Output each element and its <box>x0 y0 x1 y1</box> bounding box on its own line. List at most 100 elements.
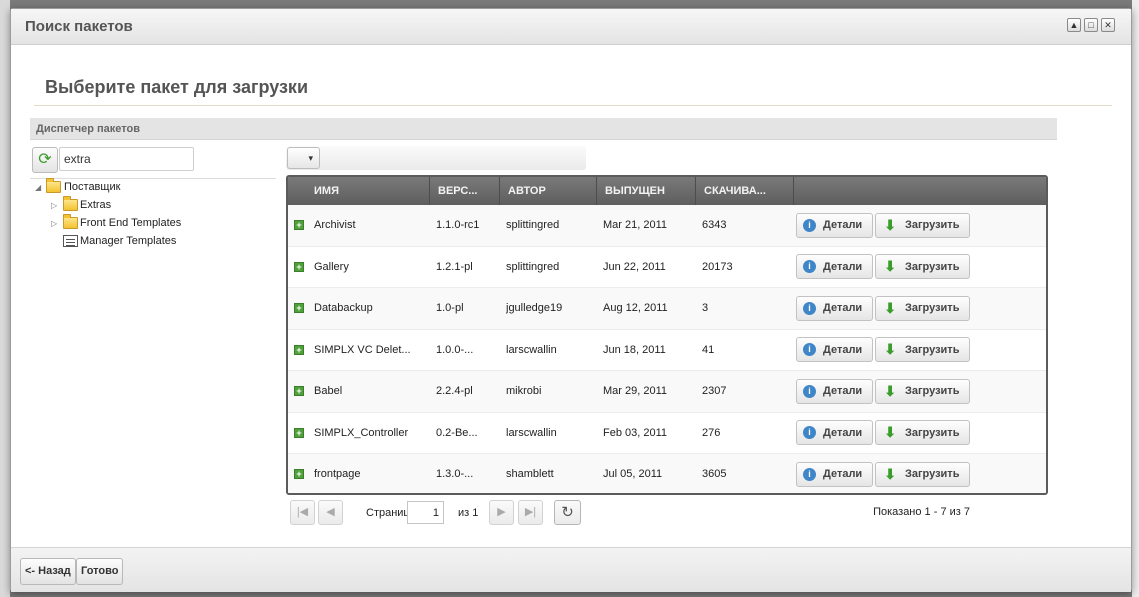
download-button[interactable]: ⬇ Загрузить <box>875 378 971 404</box>
download-arrow-icon: ⬇ <box>884 299 896 316</box>
download-button[interactable]: ⬇ Загрузить <box>875 212 971 238</box>
tree-node-manager-templates[interactable]: Manager Templates <box>31 233 276 251</box>
info-icon: i <box>803 384 816 398</box>
download-button-label: Загрузить <box>904 426 960 439</box>
column-header-author[interactable]: АВТОР <box>500 177 597 205</box>
column-header-name[interactable]: ИМЯ <box>288 177 430 205</box>
refresh-grid-button[interactable]: ↻ <box>554 500 581 525</box>
cell-released: Mar 29, 2011 <box>603 385 668 398</box>
close-icon[interactable]: ✕ <box>1101 18 1115 32</box>
info-icon: i <box>803 218 816 232</box>
details-button-label: Детали <box>823 343 863 356</box>
info-icon: i <box>803 467 816 481</box>
folder-icon <box>63 214 78 229</box>
folder-icon <box>46 178 61 193</box>
details-button[interactable]: i Детали <box>796 295 874 321</box>
column-header-released[interactable]: ВЫПУЩЕН <box>597 177 696 205</box>
tree-node-root[interactable]: ◢ Поставщик <box>31 178 276 197</box>
download-arrow-icon: ⬇ <box>884 424 896 441</box>
details-button[interactable]: i Детали <box>796 378 874 404</box>
maximize-icon[interactable]: □ <box>1084 18 1098 32</box>
back-button[interactable]: <- Назад <box>20 558 76 585</box>
first-page-button[interactable]: |◀ <box>290 500 315 525</box>
prev-page-button[interactable]: ◀ <box>318 500 343 525</box>
download-arrow-icon: ⬇ <box>884 216 896 233</box>
details-button[interactable]: i Детали <box>796 212 874 238</box>
table-row[interactable]: + SIMPLX VC Delet... 1.0.0-... larscwallin J… <box>288 330 1046 371</box>
details-button[interactable]: i Детали <box>796 420 874 446</box>
next-page-button[interactable]: ▶ <box>489 500 514 525</box>
cell-downloads: 3605 <box>702 468 727 481</box>
details-button[interactable]: i Детали <box>796 254 874 280</box>
download-button-label: Загрузить <box>904 343 960 356</box>
details-button-label: Детали <box>823 219 863 232</box>
download-button[interactable]: ⬇ Загрузить <box>875 420 971 446</box>
search-input[interactable] <box>59 147 194 171</box>
table-row[interactable]: + frontpage 1.3.0-... shamblett Jul 05, 2011… <box>288 454 1046 493</box>
cell-author: splittingred <box>506 219 560 232</box>
cell-downloads: 6343 <box>702 219 727 232</box>
download-button[interactable]: ⬇ Загрузить <box>875 337 971 363</box>
cell-released: Jun 18, 2011 <box>603 343 666 356</box>
cell-name: frontpage <box>314 468 361 481</box>
cell-author: larscwallin <box>506 343 557 356</box>
panel-header: Диспетчер пакетов <box>30 118 1057 140</box>
cell-released: Aug 12, 2011 <box>603 302 668 315</box>
filter-dropdown[interactable]: ▾ <box>287 147 320 169</box>
last-page-button[interactable]: ▶| <box>518 500 543 525</box>
download-arrow-icon: ⬇ <box>884 382 896 399</box>
download-button[interactable]: ⬇ Загрузить <box>875 254 971 280</box>
expanded-arrow-icon[interactable]: ◢ <box>35 183 43 193</box>
refresh-tree-button[interactable]: ⟳ <box>32 147 58 173</box>
expand-row-icon[interactable]: + <box>294 469 304 480</box>
done-button[interactable]: Готово <box>76 558 124 585</box>
next-page-icon: ▶ <box>497 506 506 518</box>
table-row[interactable]: + Gallery 1.2.1-pl splittingred Jun 22, 2011… <box>288 247 1046 288</box>
prev-page-icon: ◀ <box>326 506 335 518</box>
expand-row-icon[interactable]: + <box>294 220 304 231</box>
collapsed-arrow-icon[interactable]: ▷ <box>51 201 59 211</box>
cell-version: 1.0-pl <box>436 302 464 315</box>
column-header-downloads[interactable]: СКАЧИВА... <box>696 177 794 205</box>
packages-grid: ИМЯ ВЕРС... АВТОР ВЫПУЩЕН СКАЧИВА... + Ar… <box>286 175 1048 495</box>
download-button[interactable]: ⬇ Загрузить <box>875 461 971 487</box>
details-button-label: Детали <box>823 302 863 315</box>
cell-released: Jul 05, 2011 <box>603 468 663 481</box>
details-button[interactable]: i Детали <box>796 461 874 487</box>
tree-node-label: Front End Templates <box>80 217 182 229</box>
cell-author: jgulledge19 <box>506 302 563 315</box>
cell-downloads: 41 <box>702 343 715 356</box>
info-icon: i <box>803 301 816 315</box>
pagination-bar: |◀ ◀ Страница из 1 ▶ ▶| ↻ Показано 1 - 7… <box>290 499 970 527</box>
download-button[interactable]: ⬇ Загрузить <box>875 295 971 321</box>
pagination-summary: Показано 1 - 7 из 7 <box>873 506 970 518</box>
expand-row-icon[interactable]: + <box>294 344 304 355</box>
cell-released: Jun 22, 2011 <box>603 260 666 273</box>
expand-row-icon[interactable]: + <box>294 303 304 314</box>
expand-row-icon[interactable]: + <box>294 261 304 272</box>
details-button-label: Детали <box>823 468 863 481</box>
window-header[interactable]: Поиск пакетов ▲ □ ✕ <box>11 9 1131 45</box>
cell-name: SIMPLX_Controller <box>314 426 409 439</box>
expand-row-icon[interactable]: + <box>294 386 304 397</box>
page-number-input[interactable] <box>407 501 444 524</box>
info-icon: i <box>803 343 816 357</box>
table-row[interactable]: + SIMPLX_Controller 0.2-Be... larscwallin Fe… <box>288 413 1046 454</box>
title-divider <box>34 105 1112 106</box>
tree-node-extras[interactable]: ▷ Extras <box>31 196 276 215</box>
cell-version: 1.0.0-... <box>436 343 474 356</box>
collapse-icon[interactable]: ▲ <box>1067 18 1081 32</box>
cell-author: mikrobi <box>506 385 542 398</box>
details-button[interactable]: i Детали <box>796 337 874 363</box>
refresh-icon: ↻ <box>561 504 574 521</box>
table-row[interactable]: + Babel 2.2.4-pl mikrobi Mar 29, 2011 2307 i Де… <box>288 371 1046 413</box>
background-left <box>0 0 10 597</box>
collapsed-arrow-icon[interactable]: ▷ <box>51 219 59 229</box>
expand-row-icon[interactable]: + <box>294 427 304 438</box>
table-row[interactable]: + Databackup 1.0-pl jgulledge19 Aug 12, 2011… <box>288 288 1046 330</box>
column-header-version[interactable]: ВЕРС... <box>430 177 500 205</box>
cell-name: Babel <box>314 385 343 398</box>
download-arrow-icon: ⬇ <box>884 465 896 482</box>
table-row[interactable]: + Archivist 1.1.0-rc1 splittingred Mar 21, 2… <box>288 205 1046 247</box>
tree-node-front-end-templates[interactable]: ▷ Front End Templates <box>31 214 276 233</box>
